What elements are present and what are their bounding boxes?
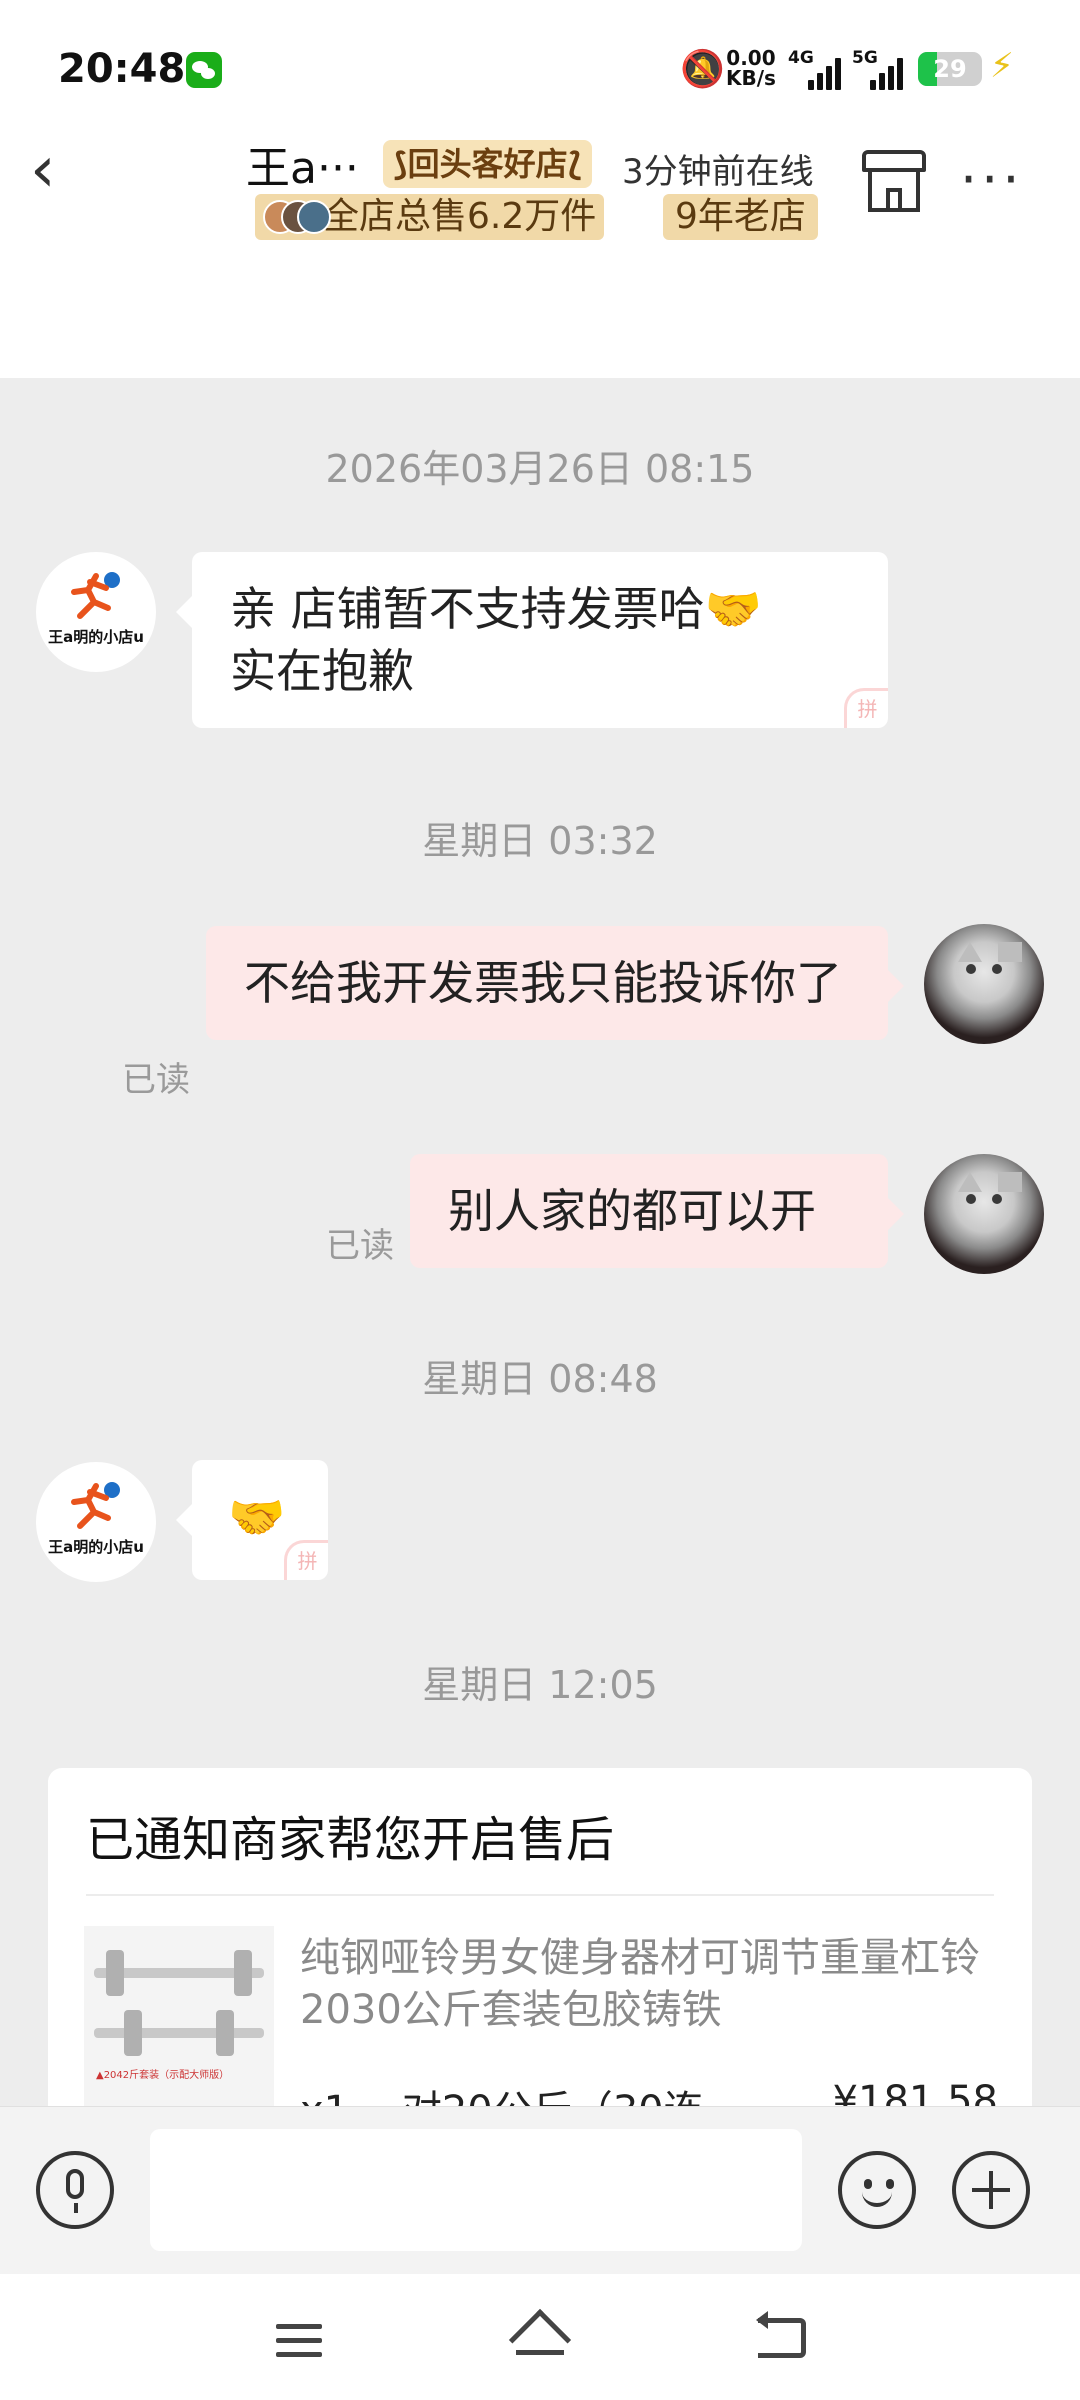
received-message-bubble[interactable]: 🤝 拼 xyxy=(176,1460,328,1580)
handshake-emoji: 🤝 xyxy=(228,1490,286,1544)
status-time: 20:48 xyxy=(58,46,186,92)
user-cat-avatar[interactable] xyxy=(924,1154,1044,1274)
after-sale-title: 已通知商家帮您开启售后 xyxy=(86,1812,615,1868)
read-status: 已读 xyxy=(326,1226,394,1266)
runner-logo-icon xyxy=(71,1482,120,1529)
wechat-notification-icon xyxy=(186,52,222,88)
sent-message-bubble[interactable]: 别人家的都可以开 xyxy=(410,1154,904,1268)
status-bar: 20:48 🔕 0.00 KB/s 4G 5G 29 ⚡ xyxy=(0,0,1080,140)
shop-avatar[interactable]: 王a明的小店u xyxy=(36,1462,156,1582)
net-speed-unit: KB/s xyxy=(726,66,776,90)
shop-age-badge: 9年老店 xyxy=(663,194,818,240)
watermark-icon: 拼 xyxy=(844,688,888,728)
product-image[interactable]: ▲2042斤套装（示配大师版） xyxy=(84,1926,274,2106)
online-status: 3分钟前在线 xyxy=(622,152,814,192)
message-text: 不给我开发票我只能投诉你了 xyxy=(244,956,842,1010)
plus-icon[interactable] xyxy=(952,2151,1030,2229)
signal-bars-icon xyxy=(808,56,844,90)
message-timestamp: 星期日 12:05 xyxy=(422,1663,658,1707)
message-timestamp: 星期日 08:48 xyxy=(422,1357,658,1401)
message-timestamp: 2026年03月26日 08:15 xyxy=(325,447,755,491)
received-message-bubble[interactable]: 亲 店铺暂不支持发票哈🤝 实在抱歉 拼 xyxy=(176,552,888,728)
shop-avatar[interactable]: 王a明的小店u xyxy=(36,552,156,672)
message-timestamp: 星期日 03:32 xyxy=(422,819,658,863)
total-sales-badge: 全店总售6.2万件 xyxy=(255,194,605,240)
product-name: 纯钢哑铃男女健身器材可调节重量杠铃2030公斤套装包胶铸铁 xyxy=(300,1935,980,2033)
emoji-icon[interactable] xyxy=(838,2151,916,2229)
home-icon[interactable] xyxy=(508,2308,572,2372)
net-speed-value: 0.00 xyxy=(726,46,776,70)
shop-name[interactable]: 王a··· xyxy=(246,132,359,196)
repeat-customer-badge: ⟆回头客好店⟅ xyxy=(383,140,593,188)
shop-avatar-name: 王a明的小店u xyxy=(48,1538,144,1556)
product-price: ¥181.58 xyxy=(832,2078,998,2106)
chat-area[interactable]: 2026年03月26日 08:15 王a明的小店u 亲 店铺暂不支持发票哈🤝 实… xyxy=(0,378,1080,2106)
total-sales-text: 全店总售6.2万件 xyxy=(323,196,597,237)
message-text: 亲 店铺暂不支持发票哈🤝 实在抱歉 xyxy=(230,582,762,698)
more-icon[interactable]: ··· xyxy=(960,148,1024,211)
watermark-icon: 拼 xyxy=(284,1540,328,1580)
net-speed: 0.00 KB/s xyxy=(726,48,776,88)
back-arrow-icon[interactable]: ‹ xyxy=(30,130,100,210)
signal-bars-icon xyxy=(870,56,906,90)
menu-icon[interactable] xyxy=(276,2324,322,2366)
return-icon[interactable] xyxy=(756,2311,806,2358)
voice-icon[interactable] xyxy=(36,2151,114,2229)
battery-icon: 29 xyxy=(918,52,982,86)
runner-logo-icon xyxy=(71,572,120,619)
input-bar xyxy=(0,2106,1080,2274)
system-nav-bar xyxy=(0,2274,1080,2400)
top-area: 20:48 🔕 0.00 KB/s 4G 5G 29 ⚡ ‹ 王a··· ⟆回头… xyxy=(0,0,1080,378)
sent-message-bubble[interactable]: 不给我开发票我只能投诉你了 xyxy=(206,926,904,1040)
message-input[interactable] xyxy=(150,2129,802,2251)
message-text: 别人家的都可以开 xyxy=(448,1184,816,1238)
bell-muted-icon: 🔕 xyxy=(680,49,725,90)
buyer-avatar xyxy=(297,200,331,234)
shop-avatar-name: 王a明的小店u xyxy=(48,628,144,646)
shop-icon[interactable] xyxy=(862,150,926,212)
charging-icon: ⚡ xyxy=(990,46,1014,86)
divider xyxy=(86,1894,994,1896)
chat-screen: { "status_bar": {"time": "20:48", "net_s… xyxy=(0,0,1080,2400)
battery-level: 29 xyxy=(933,55,967,83)
user-cat-avatar[interactable] xyxy=(924,924,1044,1044)
after-sale-card[interactable]: 已通知商家帮您开启售后 ▲2042斤套装（示配大师版） 纯钢哑铃男女健身器材可调… xyxy=(48,1768,1032,2106)
read-status: 已读 xyxy=(122,1060,190,1100)
product-spec: x1 一对20公斤（30连… xyxy=(300,2078,744,2106)
product-image-caption: ▲2042斤套装（示配大师版） xyxy=(96,2070,230,2081)
